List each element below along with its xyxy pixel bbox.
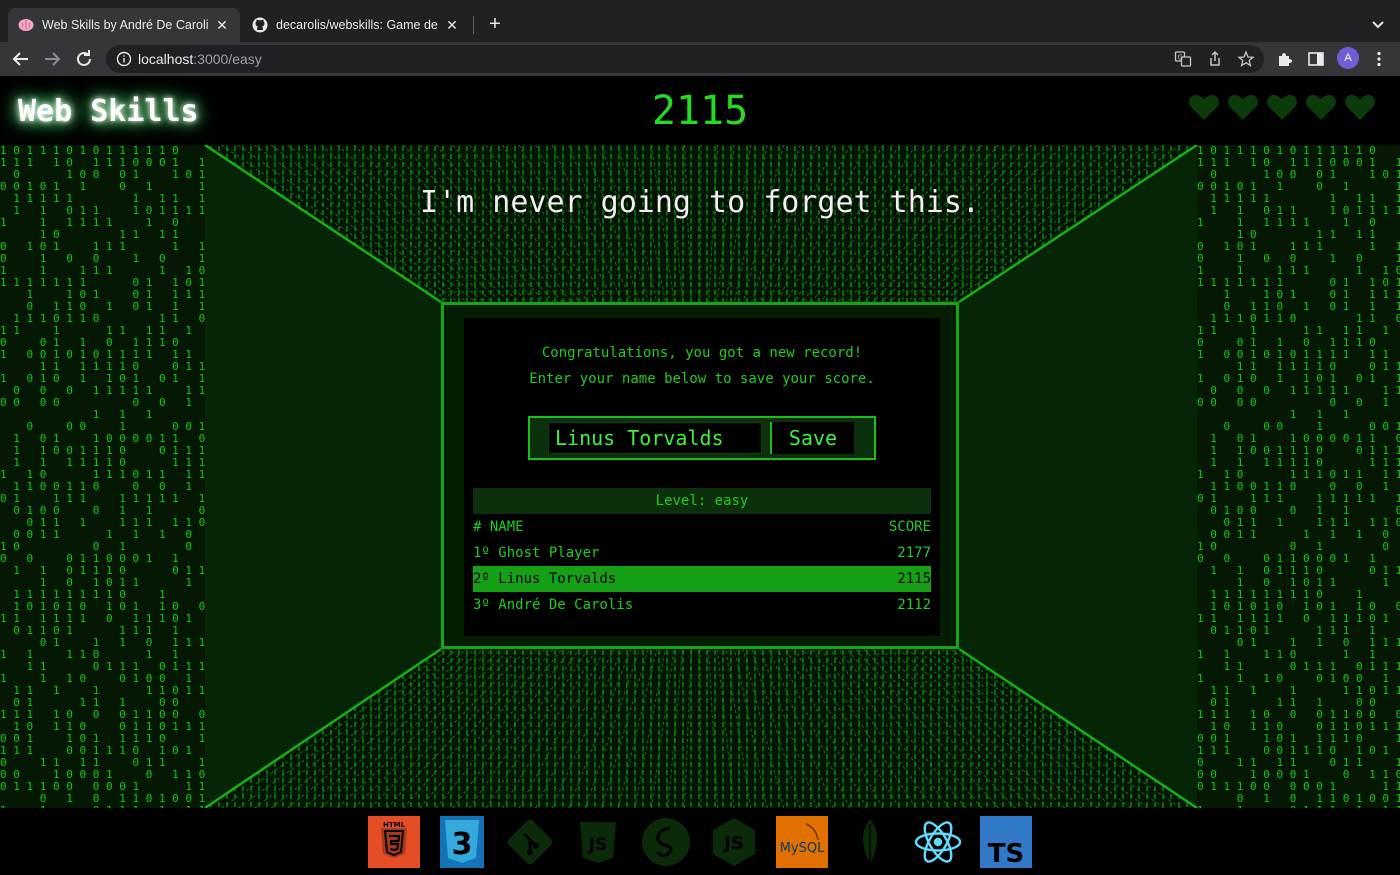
player-name-input[interactable] <box>548 422 762 454</box>
side-panel-icon[interactable] <box>1307 50 1325 68</box>
svg-text:3: 3 <box>452 827 473 862</box>
tab-web-skills[interactable]: Web Skills by André De Carolis ✕ <box>8 8 240 42</box>
score-counter: 2115 <box>651 88 749 134</box>
svg-text:HTML: HTML <box>383 821 406 829</box>
close-tab-icon[interactable]: ✕ <box>214 17 230 33</box>
url-text: localhost:3000/easy <box>138 51 262 67</box>
profile-avatar[interactable]: A <box>1337 47 1359 69</box>
tech-footer: HTML 3 JS JS MySQL TS <box>0 808 1400 875</box>
browser-menu-icon[interactable] <box>1370 50 1388 68</box>
record-panel: Congratulations, you got a new record! E… <box>464 318 940 636</box>
mysql-icon: MySQL <box>776 816 828 868</box>
browser-tab-strip: Web Skills by André De Carolis ✕ decarol… <box>0 0 1400 42</box>
html5-icon: HTML <box>368 816 420 868</box>
tab-search-chevron-icon[interactable] <box>1368 14 1388 34</box>
browser-toolbar: localhost:3000/easy G <box>0 42 1400 76</box>
ranking-score: 2115 <box>897 571 931 587</box>
matrix-room: 1 0 1 1 1 0 1 0 1 1 1 1 1 0 1 1 1 1 0 1 … <box>0 145 1400 808</box>
svg-text:G: G <box>1178 54 1183 62</box>
mongodb-icon <box>844 816 896 868</box>
github-icon <box>252 17 268 33</box>
svg-text:JS: JS <box>588 835 608 855</box>
svg-text:TS: TS <box>988 839 1024 868</box>
ranking-name: 1º Ghost Player <box>473 545 600 561</box>
save-button[interactable]: Save <box>770 422 854 454</box>
share-icon[interactable] <box>1206 50 1224 68</box>
ranking-score: 2177 <box>897 545 931 561</box>
ranking-score: 2112 <box>897 597 931 613</box>
logo: Web Skills <box>18 94 199 129</box>
ranking-row: 3º André De Carolis 2112 <box>473 592 931 618</box>
forward-arrow-icon[interactable] <box>40 47 64 71</box>
react-icon <box>912 816 964 868</box>
reload-icon[interactable] <box>72 47 96 71</box>
javascript-icon: JS <box>572 816 624 868</box>
sass-icon <box>640 816 692 868</box>
ranking-name: 3º André De Carolis <box>473 597 634 613</box>
column-name-header: # NAME <box>473 519 524 535</box>
back-arrow-icon[interactable] <box>9 47 33 71</box>
tab-title: Web Skills by André De Carolis <box>42 18 208 32</box>
tab-github-repo[interactable]: decarolis/webskills: Game developed... ✕ <box>242 8 470 42</box>
game-header: Web Skills 2115 <box>0 76 1400 145</box>
tab-separator <box>473 16 474 34</box>
code-rain-left: 1 0 1 1 1 0 1 0 1 1 1 1 1 0 1 1 1 1 0 1 … <box>0 145 205 808</box>
level-label: Level: easy <box>473 488 931 514</box>
congrats-line-2: Enter your name below to save your score… <box>529 371 875 387</box>
congrats-message: Congratulations, you got a new record! E… <box>464 340 940 392</box>
tab-title: decarolis/webskills: Game developed... <box>276 18 438 32</box>
ranking-name: 2º Linus Torvalds <box>473 571 617 587</box>
heart-icon <box>1227 92 1259 122</box>
ranking-header: # NAME SCORE <box>473 514 931 540</box>
column-score-header: SCORE <box>888 519 931 535</box>
record-panel-frame: Congratulations, you got a new record! E… <box>441 302 959 649</box>
ranking-row-current: 2º Linus Torvalds 2115 <box>473 566 931 592</box>
brain-icon <box>18 17 34 33</box>
bookmark-star-icon[interactable] <box>1237 50 1255 68</box>
svg-text:MySQL: MySQL <box>780 841 825 856</box>
typescript-icon: TS <box>980 816 1032 869</box>
heart-icon <box>1266 92 1298 122</box>
ranking-row: 1º Ghost Player 2177 <box>473 540 931 566</box>
git-icon <box>504 816 556 868</box>
extensions-puzzle-icon[interactable] <box>1276 50 1294 68</box>
close-tab-icon[interactable]: ✕ <box>444 17 460 33</box>
url-host: localhost <box>138 51 194 67</box>
heart-icon <box>1305 92 1337 122</box>
heart-icon <box>1188 92 1220 122</box>
heart-icon <box>1344 92 1376 122</box>
congrats-line-1: Congratulations, you got a new record! <box>541 345 863 361</box>
site-info-icon[interactable] <box>116 51 132 67</box>
url-path: :3000/easy <box>193 51 262 67</box>
svg-text:JS: JS <box>722 833 744 854</box>
address-bar[interactable]: localhost:3000/easy G <box>106 45 1264 73</box>
save-score-form: Save <box>528 416 876 460</box>
quote-text: I'm never going to forget this. <box>420 185 980 220</box>
new-tab-icon[interactable]: + <box>484 13 506 35</box>
code-rain-right: 1 0 1 1 1 0 1 0 1 1 1 1 1 0 1 1 1 1 0 1 … <box>1197 145 1400 808</box>
nodejs-icon: JS <box>708 816 760 868</box>
translate-icon[interactable]: G <box>1174 50 1192 68</box>
css3-icon: 3 <box>436 816 488 868</box>
lives-indicator <box>1188 92 1376 122</box>
